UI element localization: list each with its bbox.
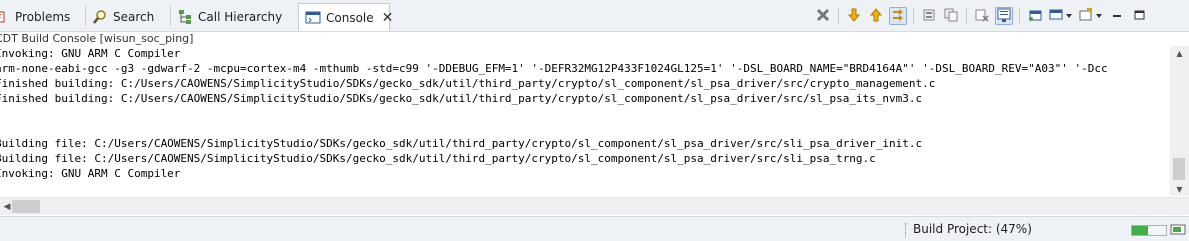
toolbar-divider [966,8,967,24]
minimize-button[interactable] [1108,7,1126,25]
tab-call-hierarchy[interactable]: Call Hierarchy [177,4,282,30]
build-progress-bar [1131,225,1167,236]
horizontal-scrollbar[interactable]: ◀ [0,197,1189,215]
new-console-icon [1079,7,1103,25]
console-properties-button[interactable] [920,7,938,25]
tab-search[interactable]: Search [92,4,154,30]
scroll-lock-button[interactable] [995,7,1013,25]
tab-label: Problems [15,10,71,24]
tab-problems[interactable]: Problems [0,4,70,30]
build-progress-label: Build Project: (47%) [913,222,1032,236]
console-line: Building file: C:/Users/CAOWENS/Simplici… [0,137,923,150]
tab-label: Search [113,10,155,24]
terminate-icon [816,8,830,25]
toolbar-divider [838,8,839,24]
toolbar-divider [913,8,914,24]
console-line: Invoking: GNU ARM C Compiler [0,47,181,60]
tab-divider [85,6,86,26]
progress-view-button[interactable] [1170,222,1186,236]
scroll-up-arrow-icon[interactable]: ▲ [1170,46,1189,60]
progress-view-icon [1170,224,1186,239]
tab-console[interactable]: Console ✕ [298,3,393,31]
scroll-down-arrow-icon[interactable]: ▼ [1170,182,1189,196]
pin-console-button[interactable] [1026,7,1044,25]
status-divider [905,223,908,237]
search-icon [92,9,108,25]
problems-icon [0,9,10,25]
tab-label: Call Hierarchy [198,10,283,24]
vertical-scroll-thumb[interactable] [1173,158,1185,180]
arrow-up-icon [869,7,883,25]
call-hierarchy-icon [177,9,193,25]
tab-label: Console [326,10,374,25]
console-line: Finished building: C:/Users/CAOWENS/Simp… [0,92,923,105]
toolbar-divider [1019,8,1020,24]
link-icon [891,8,905,25]
console-output[interactable]: Invoking: GNU ARM C Compiler arm-none-ea… [0,46,1170,196]
scroll-lock-icon [997,8,1011,25]
status-bar: Build Project: (47%) [0,216,1189,241]
pin-icon [1028,8,1042,25]
scroll-down-button[interactable] [845,7,863,25]
monitor-icon [1049,8,1073,25]
build-progress-fill [1132,226,1148,235]
display-selected-console-button[interactable] [1048,7,1074,25]
arrow-down-icon [847,8,861,25]
tab-divider [170,6,171,26]
close-icon[interactable]: ✕ [382,11,394,25]
clear-console-button[interactable] [973,7,991,25]
console-icon [305,10,321,26]
properties-icon [922,8,936,25]
console-line: arm-none-eabi-gcc -g3 -gdwarf-2 -mcpu=co… [0,62,1108,75]
minimize-icon [1110,8,1124,25]
horizontal-scroll-thumb[interactable] [12,200,40,213]
console-line: Invoking: GNU ARM C Compiler [0,167,181,180]
console-title: CDT Build Console [wisun_soc_ping] [0,32,194,45]
scroll-up-button[interactable] [867,7,885,25]
vertical-scrollbar[interactable]: ▲ ▼ [1170,46,1189,196]
terminate-button[interactable] [814,7,832,25]
open-console-button[interactable] [1078,7,1104,25]
clear-icon [975,8,989,25]
copy-build-log-button[interactable] [942,7,960,25]
console-line: Building file: C:/Users/CAOWENS/Simplici… [0,152,876,165]
maximize-button[interactable] [1130,7,1148,25]
maximize-icon [1132,8,1146,25]
view-tab-bar: Problems Search Call Hierarchy Console ✕ [0,0,1189,32]
link-with-editor-button[interactable] [889,7,907,25]
console-line: Finished building: C:/Users/CAOWENS/Simp… [0,77,936,90]
copy-icon [944,8,958,25]
console-toolbar [812,6,1150,26]
